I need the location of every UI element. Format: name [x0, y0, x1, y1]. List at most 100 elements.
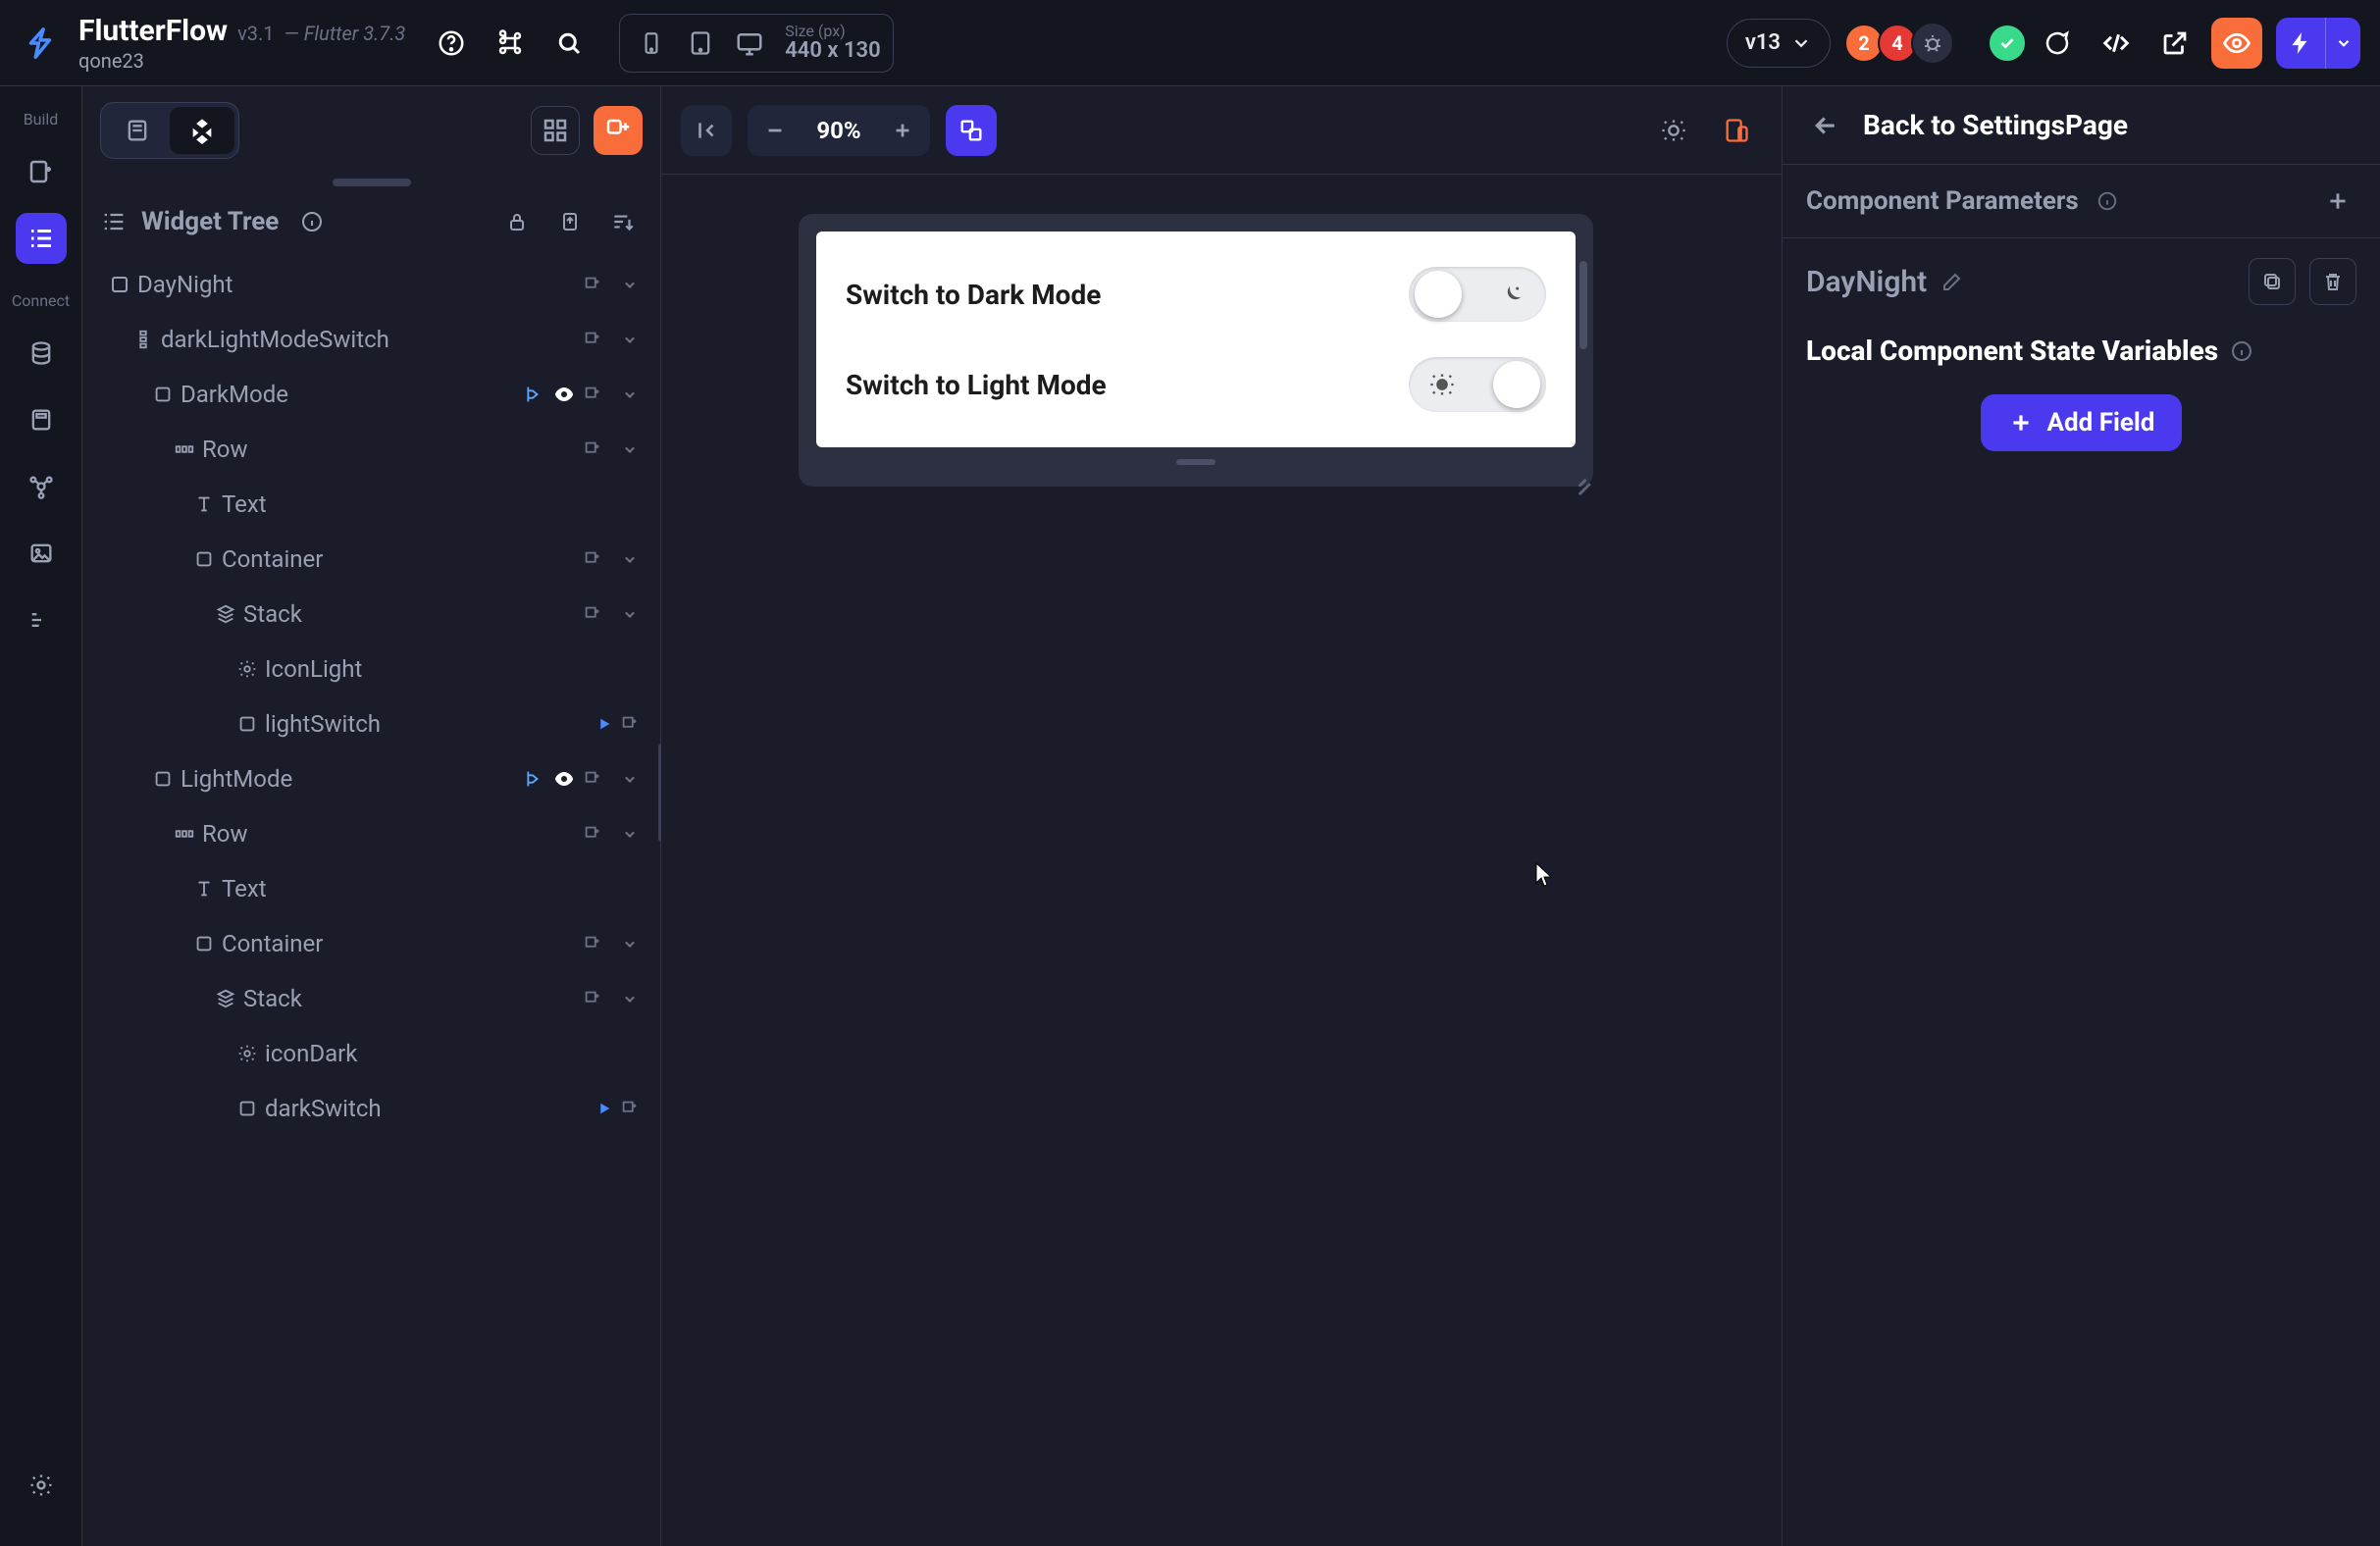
project-version-dropdown[interactable]: v13	[1727, 19, 1831, 68]
add-parameter-button[interactable]	[2319, 182, 2356, 220]
tree-node-daynight[interactable]: DayNight	[88, 257, 654, 312]
rail-media-button[interactable]	[16, 528, 67, 579]
light-mode-button[interactable]	[1648, 105, 1699, 156]
add-child-icon[interactable]	[576, 378, 609, 411]
rail-custom-code-button[interactable]	[16, 594, 67, 645]
chevron-down-icon[interactable]	[613, 817, 647, 850]
rail-firestore-button[interactable]	[16, 328, 67, 379]
run-dropdown-icon[interactable]	[2325, 18, 2360, 69]
add-child-icon[interactable]	[576, 817, 609, 850]
add-child-icon[interactable]	[576, 597, 609, 631]
multiselect-button[interactable]	[946, 105, 997, 156]
resize-handle-icon[interactable]	[1574, 467, 1591, 485]
add-child-icon[interactable]	[576, 927, 609, 960]
add-child-icon[interactable]	[576, 762, 609, 796]
tree-node-text[interactable]: Text	[88, 477, 654, 532]
chevron-down-icon[interactable]	[613, 378, 647, 411]
panel-drag-handle[interactable]	[333, 179, 411, 186]
pages-tab-button[interactable]	[105, 107, 170, 154]
rail-api-button[interactable]	[16, 461, 67, 512]
chevron-down-icon[interactable]	[613, 762, 647, 796]
status-ok-badge[interactable]	[1988, 24, 2027, 63]
add-child-icon[interactable]	[576, 323, 609, 356]
rail-settings-button[interactable]	[16, 1460, 67, 1511]
tree-node-icondark[interactable]: iconDark	[88, 1026, 654, 1081]
device-frame[interactable]: Switch to Dark Mode Switch to Light Mode	[799, 214, 1593, 487]
add-child-icon[interactable]	[576, 542, 609, 576]
tree-node-row[interactable]: Row	[88, 806, 654, 861]
tree-node-iconlight[interactable]: IconLight	[88, 642, 654, 696]
device-preview-button[interactable]	[1711, 105, 1762, 156]
debug-badge[interactable]	[1911, 22, 1954, 65]
device-bottom-handle[interactable]	[1176, 459, 1216, 465]
run-button[interactable]	[2276, 18, 2360, 69]
lock-icon[interactable]	[497, 202, 537, 241]
info-icon[interactable]	[292, 202, 332, 241]
light-mode-toggle[interactable]	[1409, 357, 1546, 412]
add-widget-button[interactable]	[594, 106, 643, 155]
components-tab-button[interactable]	[170, 107, 234, 154]
chevron-down-icon[interactable]	[613, 433, 647, 466]
add-child-icon[interactable]	[613, 1092, 647, 1125]
eye-icon[interactable]	[552, 767, 576, 791]
dark-mode-switch-row: Switch to Dark Mode	[840, 249, 1552, 339]
eye-icon[interactable]	[552, 383, 576, 406]
tree-node-stack[interactable]: Stack	[88, 587, 654, 642]
copy-button[interactable]	[2249, 258, 2296, 305]
chevron-down-icon[interactable]	[613, 927, 647, 960]
edit-icon[interactable]	[1940, 270, 1964, 293]
gear-icon	[230, 1043, 265, 1064]
device-tablet-button[interactable]	[681, 24, 720, 63]
delete-button[interactable]	[2309, 258, 2356, 305]
info-icon[interactable]	[2230, 339, 2253, 363]
command-palette-button[interactable]	[488, 21, 533, 66]
action-icon[interactable]	[595, 1100, 613, 1117]
add-child-icon[interactable]	[576, 982, 609, 1015]
chevron-down-icon[interactable]	[613, 542, 647, 576]
comments-button[interactable]	[2035, 21, 2080, 66]
tree-node-stack[interactable]: Stack	[88, 971, 654, 1026]
info-icon[interactable]	[2093, 186, 2122, 216]
tree-node-darkmode[interactable]: DarkMode	[88, 367, 654, 422]
add-child-icon[interactable]	[613, 707, 647, 741]
conditional-visibility-icon[interactable]	[521, 384, 543, 405]
conditional-visibility-icon[interactable]	[521, 768, 543, 790]
chevron-down-icon[interactable]	[613, 268, 647, 301]
device-desktop-button[interactable]	[730, 24, 769, 63]
zoom-in-button[interactable]	[881, 109, 924, 152]
help-button[interactable]	[429, 21, 474, 66]
back-button[interactable]	[1804, 104, 1847, 147]
tree-node-darklightmodeswitch[interactable]: darkLightModeSwitch	[88, 312, 654, 367]
sort-tree-icon[interactable]	[603, 202, 643, 241]
canvas-body[interactable]: Switch to Dark Mode Switch to Light Mode	[661, 175, 1782, 1546]
chevron-down-icon[interactable]	[613, 323, 647, 356]
add-field-button[interactable]: Add Field	[1981, 394, 2183, 451]
rail-datatypes-button[interactable]	[16, 394, 67, 445]
tree-node-lightswitch[interactable]: lightSwitch	[88, 696, 654, 751]
search-button[interactable]	[546, 21, 592, 66]
project-version-label: v13	[1745, 30, 1781, 55]
tree-node-text[interactable]: Text	[88, 861, 654, 916]
tree-node-row[interactable]: Row	[88, 422, 654, 477]
tree-node-container[interactable]: Container	[88, 916, 654, 971]
chevron-down-icon[interactable]	[613, 982, 647, 1015]
dark-mode-toggle[interactable]	[1409, 267, 1546, 322]
preview-button[interactable]	[2211, 18, 2262, 69]
device-scrollbar[interactable]	[1579, 261, 1587, 349]
zoom-out-button[interactable]	[753, 109, 797, 152]
export-tree-icon[interactable]	[550, 202, 590, 241]
grid-view-button[interactable]	[531, 106, 580, 155]
tree-node-lightmode[interactable]: LightMode	[88, 751, 654, 806]
chevron-down-icon[interactable]	[613, 597, 647, 631]
collapse-panel-button[interactable]	[681, 105, 732, 156]
add-child-icon[interactable]	[576, 268, 609, 301]
device-mobile-button[interactable]	[632, 24, 671, 63]
add-child-icon[interactable]	[576, 433, 609, 466]
developer-menu-button[interactable]	[2094, 21, 2139, 66]
open-external-button[interactable]	[2152, 21, 2198, 66]
rail-widget-tree-button[interactable]	[16, 213, 67, 264]
action-icon[interactable]	[595, 715, 613, 733]
tree-node-darkswitch[interactable]: darkSwitch	[88, 1081, 654, 1136]
tree-node-container[interactable]: Container	[88, 532, 654, 587]
rail-add-page-button[interactable]	[16, 146, 67, 197]
